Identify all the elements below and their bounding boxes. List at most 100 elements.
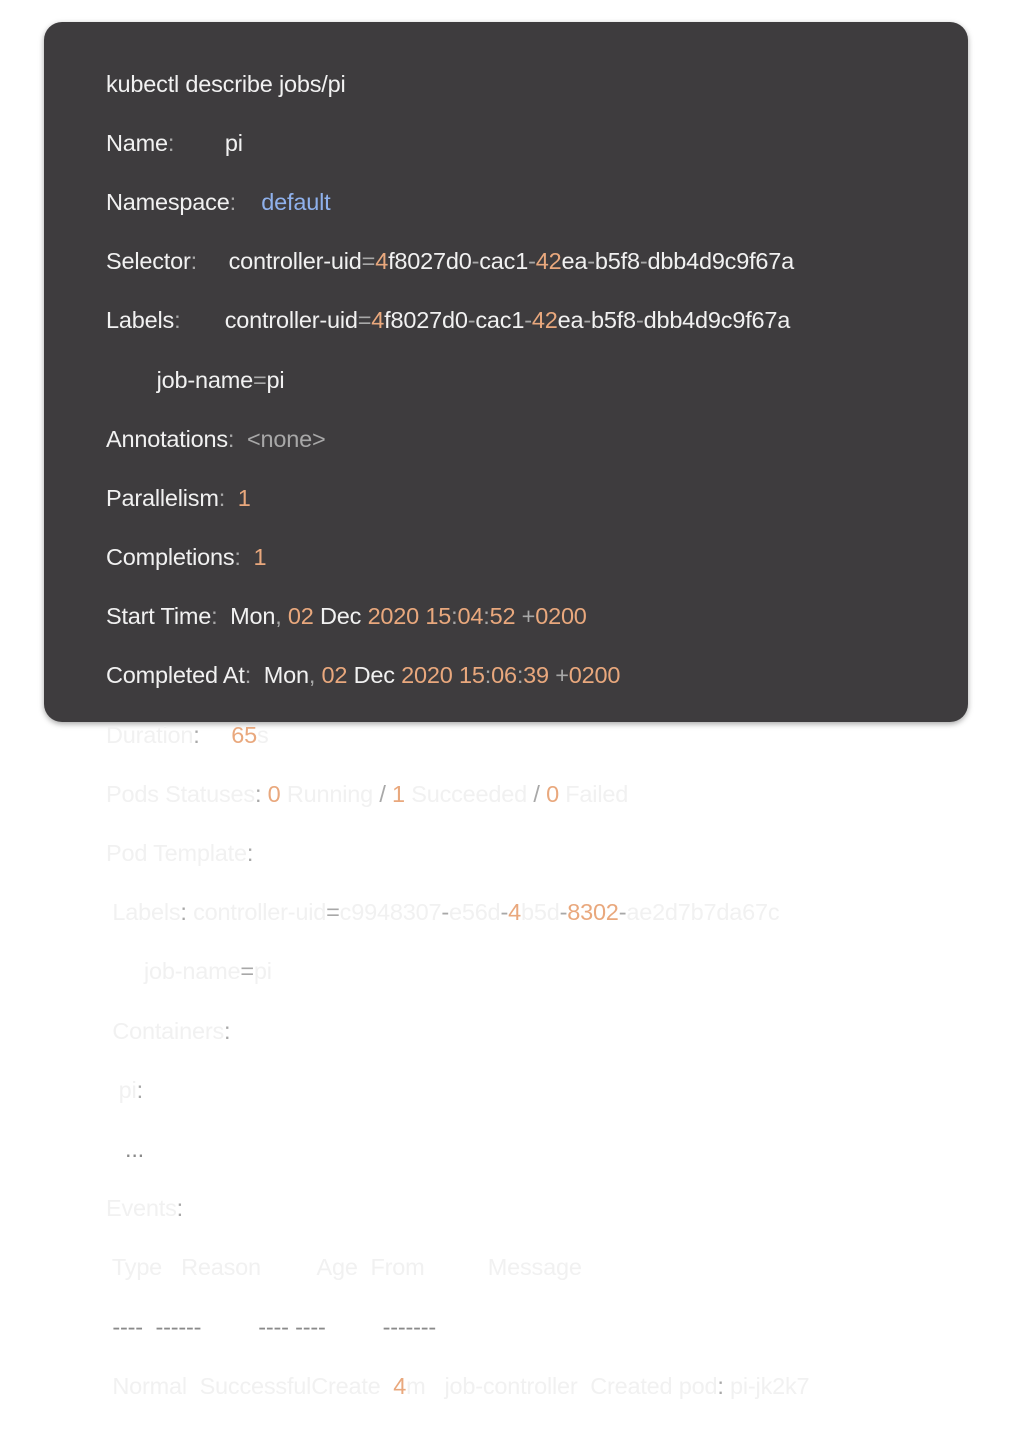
labels-colon: :: [174, 307, 181, 334]
completed-at-day: Mon: [263, 662, 309, 689]
ellipsis: ...: [125, 1135, 144, 1162]
events-header-message: Message: [487, 1254, 582, 1281]
pod-template-uid-seg3: b5d: [520, 899, 560, 926]
completed-at-month: Dec: [353, 662, 395, 689]
pod-template-dash4: -: [618, 899, 627, 926]
annotations-value: <none>: [246, 425, 326, 452]
completed-at-tz: 0200: [568, 662, 621, 689]
pod-template-labels-row: Labels: controller-uid=c9948307-e56d-4b5…: [106, 898, 968, 928]
completed-at-row: Completed At: Mon, 02 Dec 2020 15:06:39 …: [106, 661, 968, 691]
completed-at-second: 39: [523, 662, 549, 689]
labels-jobname-key: job-name: [156, 366, 254, 393]
event-message-colon: :: [717, 1372, 724, 1399]
event-age-unit: m: [406, 1372, 426, 1399]
pod-template-dash1: -: [441, 899, 449, 926]
selector-dash3: -: [587, 248, 595, 275]
parallelism-row: Parallelism: 1: [106, 484, 968, 514]
terminal-window: kubectl describe jobs/pi Name: pi Namesp…: [44, 22, 968, 1399]
labels-uid-num2: 42: [531, 307, 558, 334]
events-sep-age: ----: [258, 1313, 289, 1340]
pods-statuses-colon: :: [254, 780, 262, 807]
selector-uid-label: controller-uid: [228, 248, 362, 275]
completed-at-date: 02: [321, 662, 348, 689]
pod-template-uid-num2: 8302: [567, 899, 619, 926]
events-sep-message: -------: [382, 1313, 437, 1340]
containers-key: Containers: [112, 1017, 224, 1044]
start-time-tz: 0200: [535, 603, 587, 630]
container-pi-key: pi: [118, 1076, 137, 1103]
start-time-year: 2020: [367, 603, 420, 630]
parallelism-value: 1: [237, 484, 251, 511]
event-type: Normal: [112, 1372, 187, 1399]
pod-template-jobname-eq: =: [240, 958, 254, 985]
selector-key: Selector: [106, 248, 191, 275]
start-time-minute: 04: [457, 603, 484, 630]
selector-uid-num1: 4: [375, 248, 389, 275]
pod-template-key: Pod Template: [106, 840, 247, 867]
pod-template-uid-label: controller-uid: [193, 899, 327, 926]
pod-template-dash3: -: [559, 899, 568, 926]
selector-dash2: -: [528, 248, 536, 275]
succeeded-count: 1: [392, 780, 405, 807]
start-time-month: Dec: [320, 603, 362, 630]
running-count: 0: [267, 780, 281, 807]
events-sep-type: ----: [112, 1313, 143, 1340]
containers-colon: :: [224, 1017, 231, 1044]
event-message: Created pod: [590, 1372, 718, 1399]
namespace-key: Namespace: [106, 188, 230, 215]
events-key: Events: [106, 1195, 177, 1222]
events-header-row: Type Reason Age From Message: [106, 1253, 968, 1283]
events-row: Events:: [106, 1194, 968, 1224]
pod-template-uid-num1: 4: [508, 899, 521, 926]
events-sep-reason: ------: [155, 1313, 202, 1340]
name-key: Name: [106, 129, 168, 156]
start-time-second: 52: [489, 603, 516, 630]
events-header-reason: Reason: [181, 1254, 261, 1281]
ellipsis-row: ...: [106, 1135, 968, 1165]
labels-jobname-value: pi: [266, 366, 285, 393]
event-reason: SuccessfulCreate: [199, 1372, 381, 1399]
container-pi-row: pi:: [106, 1076, 968, 1106]
labels-uid-seg4: b5f8: [590, 307, 636, 334]
namespace-colon: :: [229, 188, 237, 215]
running-label: Running: [286, 780, 373, 807]
labels-dash3: -: [583, 307, 591, 334]
completed-at-comma: ,: [308, 662, 316, 689]
completions-key: Completions: [106, 544, 235, 571]
container-pi-colon: :: [136, 1076, 144, 1103]
pods-statuses-key: Pods Statuses: [106, 780, 255, 807]
selector-uid-seg5: dbb4d9c9f67a: [647, 248, 795, 275]
labels-dash2: -: [524, 307, 532, 334]
pod-template-colon: :: [246, 840, 254, 867]
completed-at-minute: 06: [491, 662, 517, 689]
start-time-row: Start Time: Mon, 02 Dec 2020 15:04:52 +0…: [106, 602, 968, 632]
pod-template-labels-colon: :: [180, 899, 187, 926]
selector-uid-seg4: b5f8: [594, 248, 640, 275]
completed-at-year: 2020: [401, 662, 453, 689]
labels-row: Labels: controller-uid=4f8027d0-cac1-42e…: [106, 306, 968, 336]
pod-template-dash2: -: [500, 899, 509, 926]
completions-value: 1: [253, 544, 267, 571]
parallelism-key: Parallelism: [106, 484, 219, 511]
succeeded-label: Succeeded: [411, 780, 528, 807]
pod-template-uid-seg4: ae2d7b7da67c: [626, 899, 780, 926]
events-header-age: Age: [316, 1254, 358, 1281]
annotations-colon: :: [227, 425, 235, 452]
labels-jobname-eq: =: [253, 366, 267, 393]
event-from: job-controller: [444, 1372, 578, 1399]
duration-key: Duration: [106, 721, 194, 748]
start-time-day: Mon: [230, 603, 276, 630]
events-separator-row: ---- ------ ---- ---- -------: [106, 1313, 968, 1343]
labels-eq: =: [357, 307, 372, 334]
pod-template-uid-seg1: c9948307: [339, 899, 442, 926]
failed-count: 0: [546, 780, 559, 807]
selector-uid-num2: 42: [535, 248, 562, 275]
event-age-number: 4: [393, 1372, 407, 1399]
selector-uid-seg2: cac1: [479, 248, 529, 275]
start-time-key: Start Time: [106, 603, 212, 630]
pods-slash2: /: [533, 780, 540, 807]
duration-number: 65: [231, 721, 257, 748]
labels-uid-label: controller-uid: [224, 307, 358, 334]
labels-uid-seg1: f8027d0: [384, 307, 468, 334]
pod-template-jobname-value: pi: [253, 958, 272, 985]
